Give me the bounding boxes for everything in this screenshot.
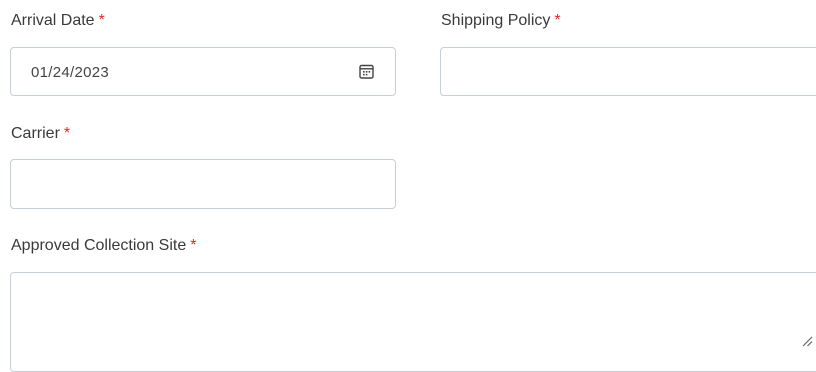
approved-collection-site-textarea[interactable] bbox=[10, 272, 816, 372]
carrier-label-text: Carrier bbox=[11, 125, 60, 142]
calendar-icon[interactable] bbox=[359, 64, 374, 79]
arrival-date-label-text: Arrival Date bbox=[11, 12, 95, 29]
shipping-policy-required-mark: * bbox=[554, 12, 561, 29]
approved-collection-site-required-mark: * bbox=[190, 237, 197, 254]
approved-collection-site-label: Approved Collection Site * bbox=[11, 236, 196, 256]
carrier-input[interactable] bbox=[31, 175, 371, 195]
arrival-date-label: Arrival Date * bbox=[11, 11, 105, 31]
arrival-date-field[interactable] bbox=[10, 47, 396, 96]
approved-collection-site-label-text: Approved Collection Site bbox=[11, 237, 187, 254]
carrier-required-mark: * bbox=[63, 125, 71, 142]
shipping-policy-label-text: Shipping Policy bbox=[441, 12, 551, 29]
carrier-field[interactable] bbox=[10, 159, 396, 209]
shipping-policy-field[interactable] bbox=[440, 47, 816, 96]
arrival-date-required-mark: * bbox=[98, 12, 105, 29]
resize-handle-icon[interactable] bbox=[801, 335, 813, 347]
shipping-policy-input[interactable] bbox=[461, 62, 801, 82]
arrival-date-input[interactable] bbox=[31, 62, 331, 82]
shipping-policy-label: Shipping Policy * bbox=[441, 11, 561, 31]
carrier-label: Carrier * bbox=[11, 124, 70, 144]
